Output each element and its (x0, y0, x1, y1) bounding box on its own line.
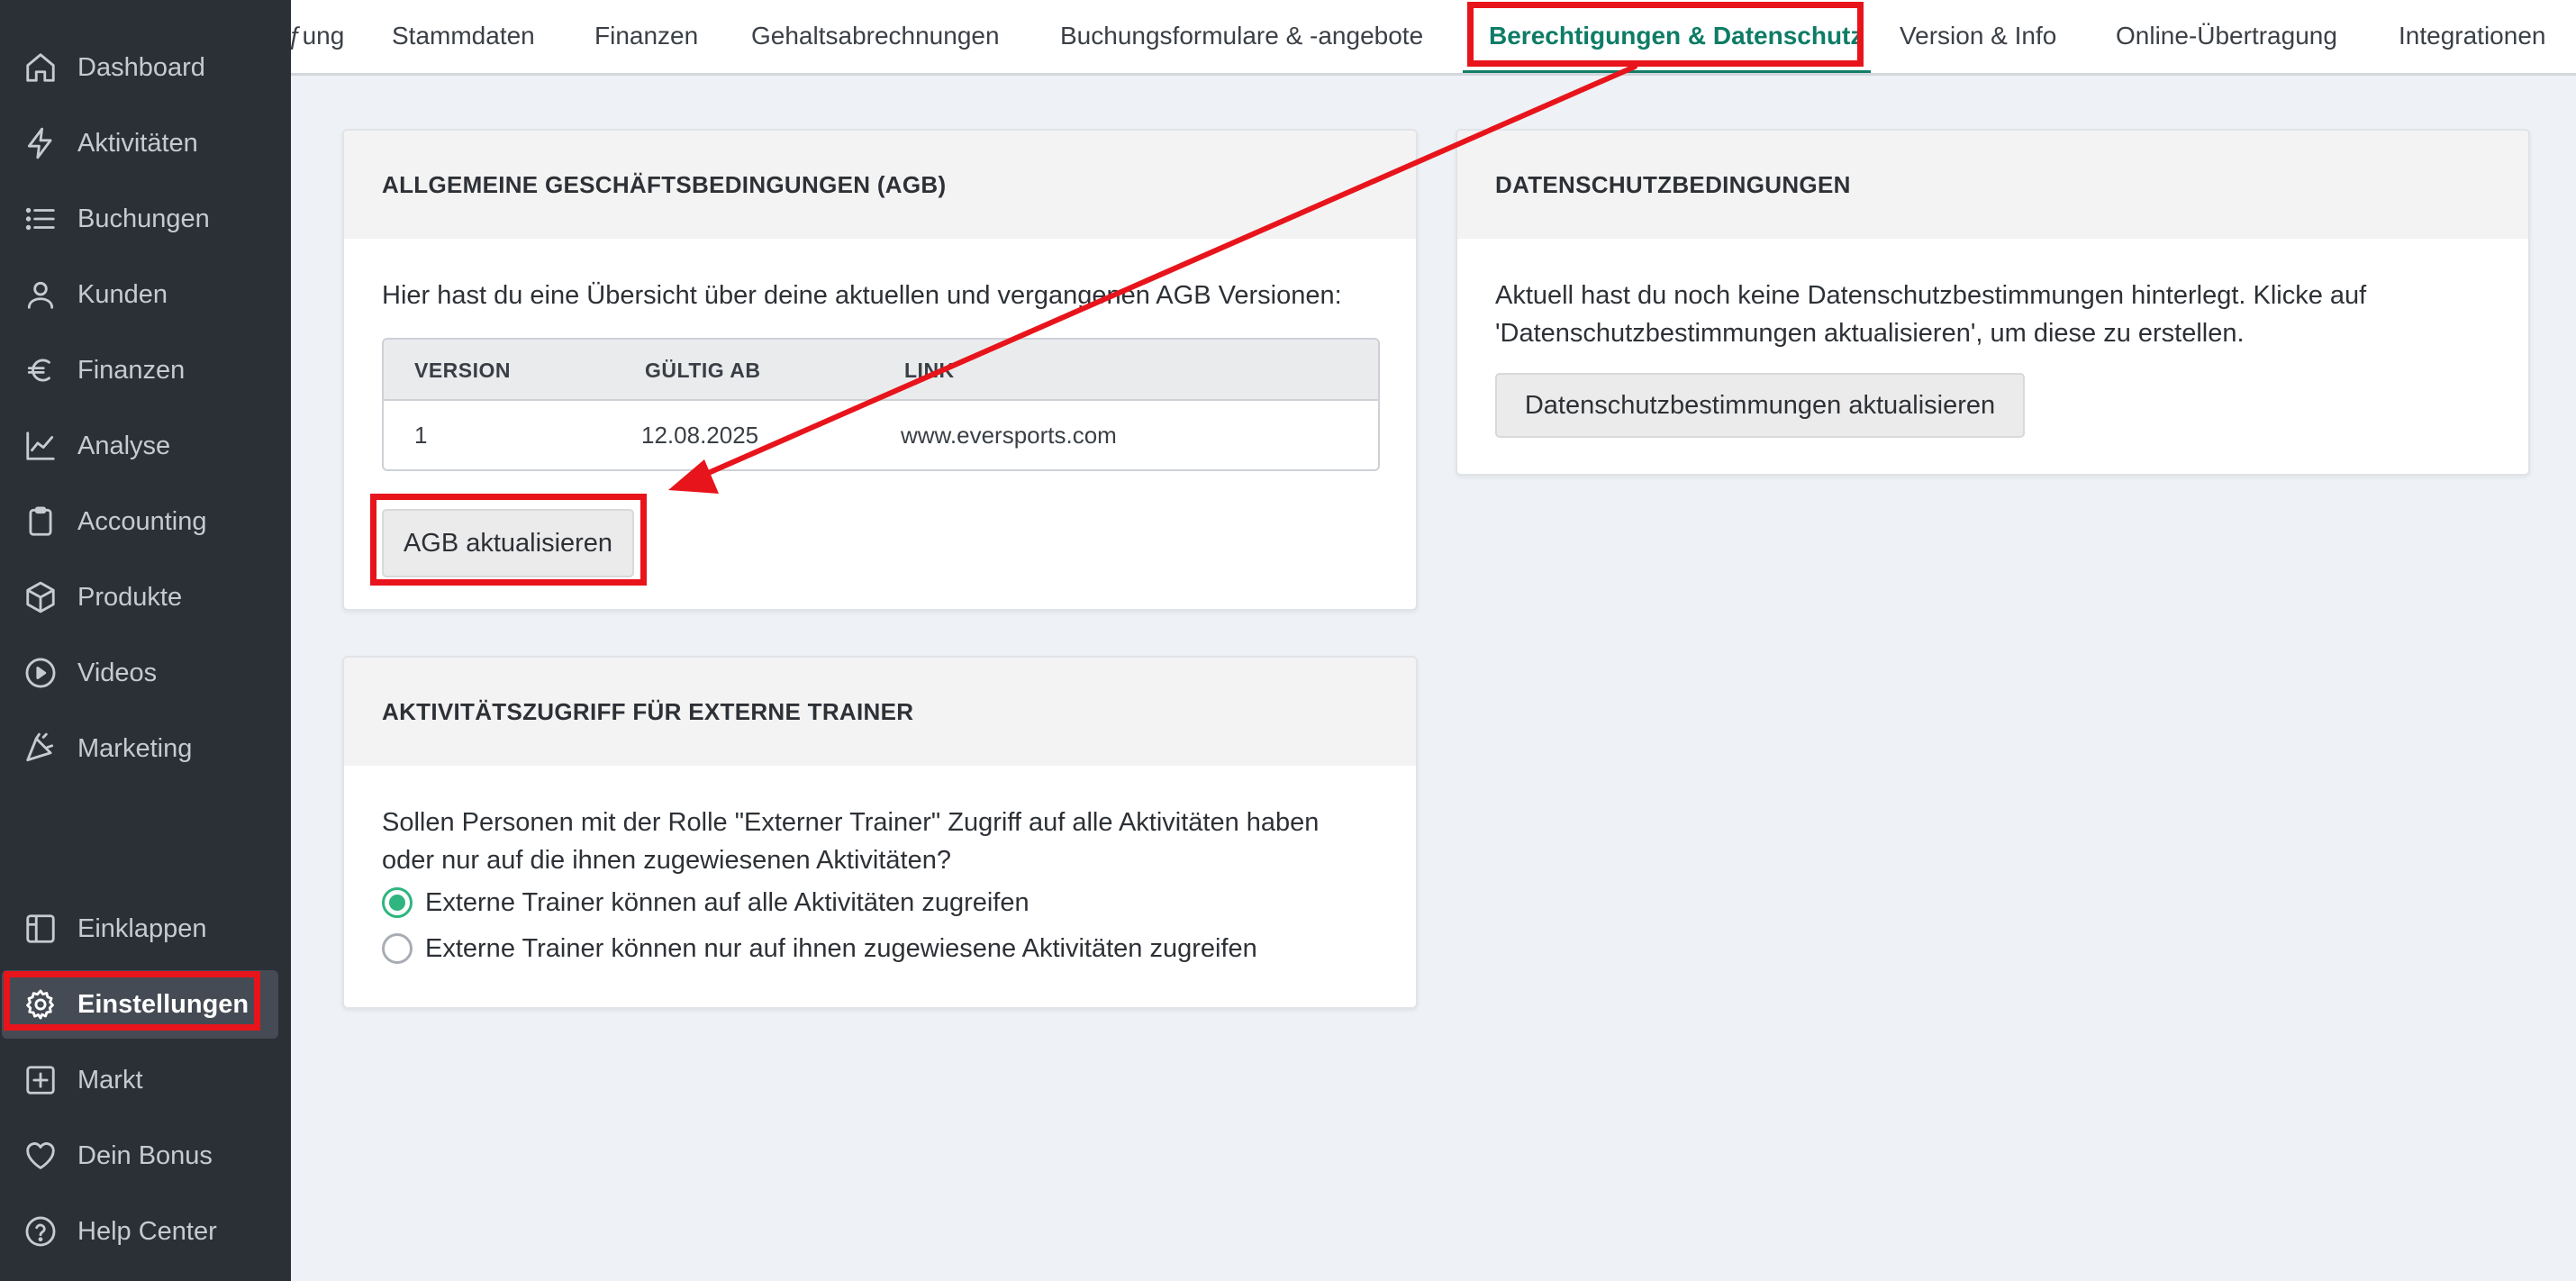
trainer-access-card: AKTIVITÄTSZUGRIFF FÜR EXTERNE TRAINER So… (342, 656, 1418, 1009)
tab-online-uebertragung[interactable]: Online-Übertragung (2116, 0, 2337, 73)
cell-link[interactable]: www.eversports.com (901, 401, 1117, 469)
card-header: ALLGEMEINE GESCHÄFTSBEDINGUNGEN (AGB) (344, 131, 1416, 239)
tab-integrationen[interactable]: Integrationen (2399, 0, 2545, 73)
radio-label: Externe Trainer können nur auf ihnen zug… (425, 933, 1257, 963)
sidebar-item-label: Accounting (77, 507, 207, 536)
cell-gueltig-ab: 12.08.2025 (641, 422, 759, 449)
datenschutz-update-button[interactable]: Datenschutzbestimmungen aktualisieren (1495, 373, 2025, 438)
sidebar-item-dashboard[interactable]: Dashboard (0, 33, 291, 102)
cell-version: 1 (414, 422, 428, 449)
radio-label: Externe Trainer können auf alle Aktivitä… (425, 887, 1029, 917)
tab-buchung-truncated[interactable]: ƒung (291, 0, 344, 73)
tab-version-info[interactable]: Version & Info (1900, 0, 2056, 73)
sidebar-item-einklappen[interactable]: Einklappen (0, 895, 291, 963)
table-header: VERSION GÜLTIG AB LINK (384, 340, 1378, 401)
settings-tabbar: ƒung Stammdaten Finanzen Gehaltsabrechnu… (291, 0, 2576, 76)
sidebar-item-help-center[interactable]: Help Center (0, 1197, 291, 1266)
datenschutz-title: DATENSCHUTZBEDINGUNGEN (1495, 171, 1851, 198)
sidebar-item-label: Einklappen (77, 914, 207, 943)
sidebar-item-analyse[interactable]: Analyse (0, 412, 291, 480)
trainer-question-line1: Sollen Personen mit der Rolle "Externer … (382, 808, 1320, 837)
agb-card: ALLGEMEINE GESCHÄFTSBEDINGUNGEN (AGB) Hi… (342, 129, 1418, 611)
radio-button[interactable] (382, 933, 413, 964)
tab-buchungsformulare[interactable]: Buchungsformulare & -angebote (1060, 0, 1423, 73)
sidebar-item-label: Finanzen (77, 356, 186, 385)
card-header: AKTIVITÄTSZUGRIFF FÜR EXTERNE TRAINER (344, 658, 1416, 766)
column-header-gueltig-ab: GÜLTIG AB (645, 359, 761, 382)
datenschutz-card: DATENSCHUTZBEDINGUNGEN Aktuell hast du n… (1456, 129, 2530, 476)
sidebar-item-markt[interactable]: Markt (0, 1046, 291, 1114)
sidebar-item-label: Help Center (77, 1217, 217, 1246)
datenschutz-text-line2: 'Datenschutzbestimmungen aktualisieren',… (1495, 319, 2245, 348)
radio-option-assigned-activities[interactable]: Externe Trainer können nur auf ihnen zug… (382, 930, 1257, 968)
tab-finanzen[interactable]: Finanzen (594, 0, 698, 73)
sidebar-item-einstellungen[interactable]: Einstellungen (2, 970, 278, 1039)
agb-intro: Hier hast du eine Übersicht über deine a… (382, 281, 1342, 310)
sidebar-item-accounting[interactable]: Accounting (0, 487, 291, 556)
sidebar-item-label: Einstellungen (77, 990, 249, 1019)
megaphone-icon (23, 731, 58, 766)
sidebar-item-label: Aktivitäten (77, 129, 198, 158)
home-icon (23, 50, 58, 85)
sidebar-item-label: Videos (77, 659, 158, 687)
datenschutz-text-line1: Aktuell hast du noch keine Datenschutzbe… (1495, 281, 2367, 310)
sidebar-item-kunden[interactable]: Kunden (0, 260, 291, 329)
sidebar-item-aktivitaeten[interactable]: Aktivitäten (0, 109, 291, 177)
sidebar-item-produkte[interactable]: Produkte (0, 563, 291, 631)
user-icon (23, 277, 58, 312)
sidebar-item-label: Kunden (77, 280, 168, 309)
sidebar-item-label: Analyse (77, 432, 171, 460)
column-header-link: LINK (904, 359, 955, 382)
radio-button-checked[interactable] (382, 887, 413, 918)
trainer-question-line2: oder nur auf die ihnen zugewiesenen Akti… (382, 846, 951, 875)
agb-update-button[interactable]: AGB aktualisieren (382, 509, 634, 577)
tab-gehaltsabrechnungen[interactable]: Gehaltsabrechnungen (751, 0, 1000, 73)
radio-option-all-activities[interactable]: Externe Trainer können auf alle Aktivitä… (382, 884, 1029, 922)
lightning-icon (23, 126, 58, 160)
sidebar-item-label: Dashboard (77, 53, 205, 82)
chart-line-icon (23, 429, 58, 463)
trainer-access-title: AKTIVITÄTSZUGRIFF FÜR EXTERNE TRAINER (382, 698, 914, 725)
sidebar-item-label: Markt (77, 1066, 143, 1095)
sidebar-item-label: Marketing (77, 734, 193, 763)
agb-versions-table: VERSION GÜLTIG AB LINK 1 12.08.2025 www.… (382, 338, 1380, 471)
agb-title: ALLGEMEINE GESCHÄFTSBEDINGUNGEN (AGB) (382, 171, 947, 198)
plus-square-icon (23, 1063, 58, 1097)
gear-icon (23, 987, 58, 1022)
help-circle-icon (23, 1214, 58, 1249)
sidebar-item-label: Buchungen (77, 204, 210, 233)
card-header: DATENSCHUTZBEDINGUNGEN (1457, 131, 2528, 239)
euro-icon (23, 353, 58, 387)
heart-icon (23, 1139, 58, 1173)
column-header-version: VERSION (414, 359, 512, 382)
sidebar-item-dein-bonus[interactable]: Dein Bonus (0, 1122, 291, 1190)
sidebar: Dashboard Aktivitäten Buchungen Kunden F… (0, 0, 291, 1281)
sidebar-item-marketing[interactable]: Marketing (0, 714, 291, 783)
sidebar-item-label: Produkte (77, 583, 183, 612)
sidebar-item-videos[interactable]: Videos (0, 639, 291, 707)
play-circle-icon (23, 656, 58, 690)
sidebar-item-finanzen[interactable]: Finanzen (0, 336, 291, 404)
collapse-icon (23, 912, 58, 946)
list-icon (23, 202, 58, 236)
sidebar-item-label: Dein Bonus (77, 1141, 213, 1170)
clipboard-icon (23, 504, 58, 539)
tab-stammdaten[interactable]: Stammdaten (392, 0, 535, 73)
sidebar-item-buchungen[interactable]: Buchungen (0, 185, 291, 253)
tab-berechtigungen-datenschutz[interactable]: Berechtigungen & Datenschutz (1489, 0, 1863, 73)
box-icon (23, 580, 58, 614)
active-tab-underline (1463, 70, 1871, 73)
